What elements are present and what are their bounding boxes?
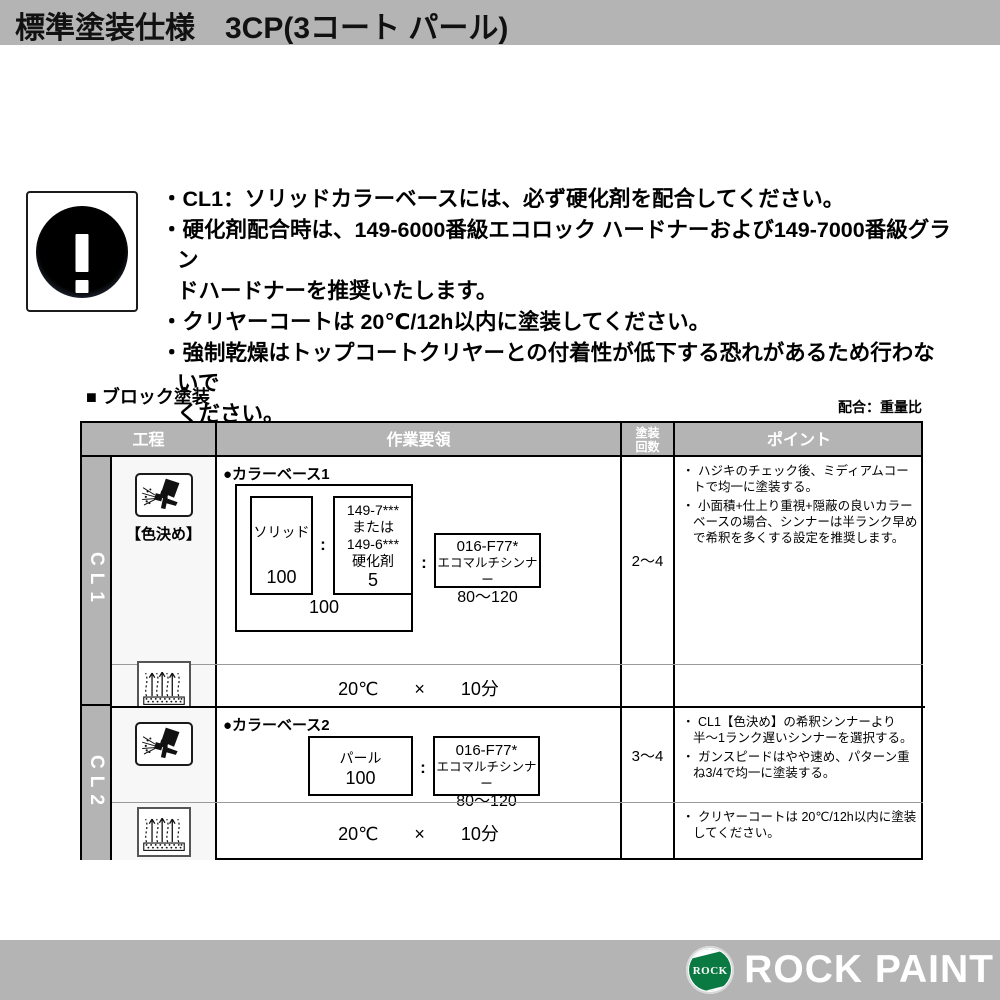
cl1-mix-title: ●カラーベース1 (223, 466, 330, 483)
page-title: 標準塗装仕様 3CP(3コート パール) (15, 12, 509, 45)
exclamation-dot (75, 279, 89, 293)
table-header-row: 工程 作業要領 塗装 回数 ポイント (82, 423, 921, 457)
cl1-point-item: ・ 小面積+仕上り重視+隠蔽の良いカラーベースの場合、シンナーは半ランク早めで希… (682, 499, 918, 545)
rock-logo-slash-top (689, 949, 732, 961)
cl1-hardener-line4: 硬化剤 (352, 553, 394, 569)
cell-cl2-dry-icon (112, 803, 217, 860)
exclamation-icon (26, 191, 138, 312)
notice-line: ・強制乾燥はトップコートクリヤーとの付着性が低下する恐れがあるため行わないで (161, 341, 935, 395)
cl2-thinner-name: エコマルチシンナー (436, 760, 537, 791)
drying-icon (136, 807, 191, 857)
cell-cl2-dry-points: ・ クリヤーコートは 20℃/12h以内に塗装してください。 (675, 803, 923, 860)
col-header-process: 工程 (82, 423, 217, 457)
col-header-coat-count: 塗装 回数 (622, 423, 675, 457)
cl1-hardener-qty: 5 (367, 570, 378, 590)
cell-cl2-points: ・ CL1【色決め】の希釈シンナーより半〜1ランク遅いシンナーを選択する。 ・ … (675, 708, 923, 802)
cl1-base-sum-qty: 100 (308, 597, 340, 617)
notice-line: ・CL1：ソリッドカラーベースには、必ず硬化剤を配合してください。 (161, 187, 845, 211)
cl1-solid-base-box: ソリッド 100 (250, 496, 313, 595)
cl1-ratio-colon-1: : (320, 535, 326, 554)
cl2-point-item: ・ ガンスピードはやや速め、パターン重ね3/4で均一に塗装する。 (682, 750, 910, 780)
cl1-dry-duration: 10分 (460, 679, 499, 699)
cl1-point-item: ・ ハジキのチェック後、ミディアムコートで均一に塗装する。 (682, 464, 909, 494)
band-cl2-label: CL2 (86, 754, 107, 812)
cl2-thinner-code: 016-F77* (455, 742, 518, 759)
coat-count-line1: 塗装 (635, 426, 660, 440)
cl2-dry-point-item: ・ クリヤーコートは 20℃/12h以内に塗装してください。 (682, 810, 917, 840)
cell-cl1-coat-count: 2〜4 (622, 457, 675, 664)
block-coating-table: 工程 作業要領 塗装 回数 ポイント CL1 【色決め】 ●カラーベース1 ソリ… (80, 421, 925, 860)
exclamation-disc (36, 205, 128, 298)
ratio-note: 配合：重量比 (838, 399, 922, 415)
cell-cl2-coat-count: 3〜4 (622, 708, 675, 802)
title-bar: 標準塗装仕様 3CP(3コート パール) (0, 0, 1000, 45)
col-header-point: ポイント (766, 431, 831, 449)
cl1-dry-line: 20℃ × 10分 (217, 675, 620, 701)
rock-logo-slash-bottom (689, 981, 732, 991)
spray-gun-icon (134, 722, 193, 766)
band-cl2: CL2 (82, 706, 112, 860)
cl2-thinner-box: 016-F77* エコマルチシンナー 80〜120 (433, 736, 540, 810)
cl1-icon-label: 【色決め】 (125, 526, 201, 543)
rock-logo-mark: ROCK (686, 946, 735, 994)
band-cl1: CL1 (82, 457, 112, 706)
notice-list: ・CL1：ソリッドカラーベースには、必ず硬化剤を配合してください。 ・硬化剤配合… (161, 184, 951, 461)
cl1-thinner-code: 016-F77* (456, 538, 519, 555)
cl1-hardener-line1: 149-7*** (346, 502, 400, 518)
cl2-pearl-qty: 100 (345, 768, 376, 788)
cl2-pearl-box: パール 100 (308, 736, 413, 796)
spray-gun-icon (134, 473, 193, 517)
spray-gun-glyph (141, 727, 179, 759)
cl2-mix-title: ●カラーベース2 (223, 717, 330, 734)
cl1-ratio-colon-2: : (421, 553, 427, 572)
col-header-work: 作業要領 (217, 423, 622, 457)
brand-wordmark: ROCK PAINT (744, 948, 994, 991)
cell-cl1-work: ●カラーベース1 ソリッド 100 : 149-7*** または 149-6**… (217, 457, 622, 664)
cl2-dry-temp: 20℃ (338, 824, 379, 844)
rock-paint-logo: ROCK ROCK PAINT (686, 945, 994, 995)
cl2-ratio-colon: : (420, 758, 426, 777)
cl1-dry-times: × (414, 679, 425, 699)
cell-cl1-dry-condition: 20℃ × 10分 (217, 665, 622, 706)
cell-cl2-work: ●カラーベース2 パール 100 : 016-F77* エコマルチシンナー 80… (217, 708, 622, 810)
cl1-solid-base-name: ソリッド (253, 524, 310, 540)
drying-glyph (142, 817, 185, 851)
cl2-dry-times: × (414, 824, 425, 844)
notice-line: ・硬化剤配合時は、149-6000番級エコロック ハードナーおよび149-700… (161, 218, 951, 272)
drying-glyph (142, 671, 185, 705)
cell-cl1-icon: 【色決め】 (112, 457, 217, 664)
notice-line: ドハードナーを推奨いたします。 (177, 279, 498, 303)
exclamation-bar (75, 233, 89, 272)
cell-cl1-dry-icon (112, 661, 217, 711)
cl2-dry-duration: 10分 (460, 824, 499, 844)
cl1-hardener-box: 149-7*** または 149-6*** 硬化剤 5 (333, 496, 413, 595)
cl1-hardener-line2: または (352, 519, 394, 535)
cl1-solid-base-qty: 100 (266, 567, 297, 587)
footer-bar: ROCK ROCK PAINT (0, 940, 1000, 1000)
table-body: CL1 【色決め】 ●カラーベース1 ソリッド 100: 149-7*** ま… (82, 457, 925, 860)
cl1-hardener-line3: 149-6*** (346, 536, 400, 552)
cell-cl2-icon (112, 708, 217, 802)
cl2-point-item: ・ CL1【色決め】の希釈シンナーより半〜1ランク遅いシンナーを選択する。 (682, 715, 913, 745)
cl1-thinner-box: 016-F77* エコマルチシンナー 80〜120 (434, 533, 541, 606)
rock-logo-text: ROCK (692, 965, 728, 977)
band-cl1-label: CL1 (86, 552, 107, 609)
cl1-thinner-name: エコマルチシンナー (437, 556, 538, 587)
cell-cl2-dry-count (622, 803, 675, 860)
cell-cl1-points: ・ ハジキのチェック後、ミディアムコートで均一に塗装する。 ・ 小面積+仕上り重… (675, 457, 923, 664)
cell-cl2-dry-condition: 20℃ × 10分 (217, 803, 622, 860)
notice-block: ・CL1：ソリッドカラーベースには、必ず硬化剤を配合してください。 ・硬化剤配合… (0, 60, 1000, 457)
spray-gun-glyph (141, 478, 179, 510)
cl2-pearl-name: パール (339, 750, 382, 766)
cell-cl1-dry-points (675, 665, 923, 706)
cl1-thinner-qty: 80〜120 (457, 589, 518, 606)
coat-count-line2: 回数 (635, 440, 660, 454)
cell-cl1-dry-count (622, 665, 675, 706)
cl2-dry-line: 20℃ × 10分 (217, 820, 620, 846)
notice-line: ・クリヤーコートは 20℃/12h以内に塗装してください。 (161, 310, 711, 334)
drying-icon (136, 661, 191, 711)
cl1-dry-temp: 20℃ (338, 679, 379, 699)
rock-logo-disc: ROCK (689, 949, 732, 991)
